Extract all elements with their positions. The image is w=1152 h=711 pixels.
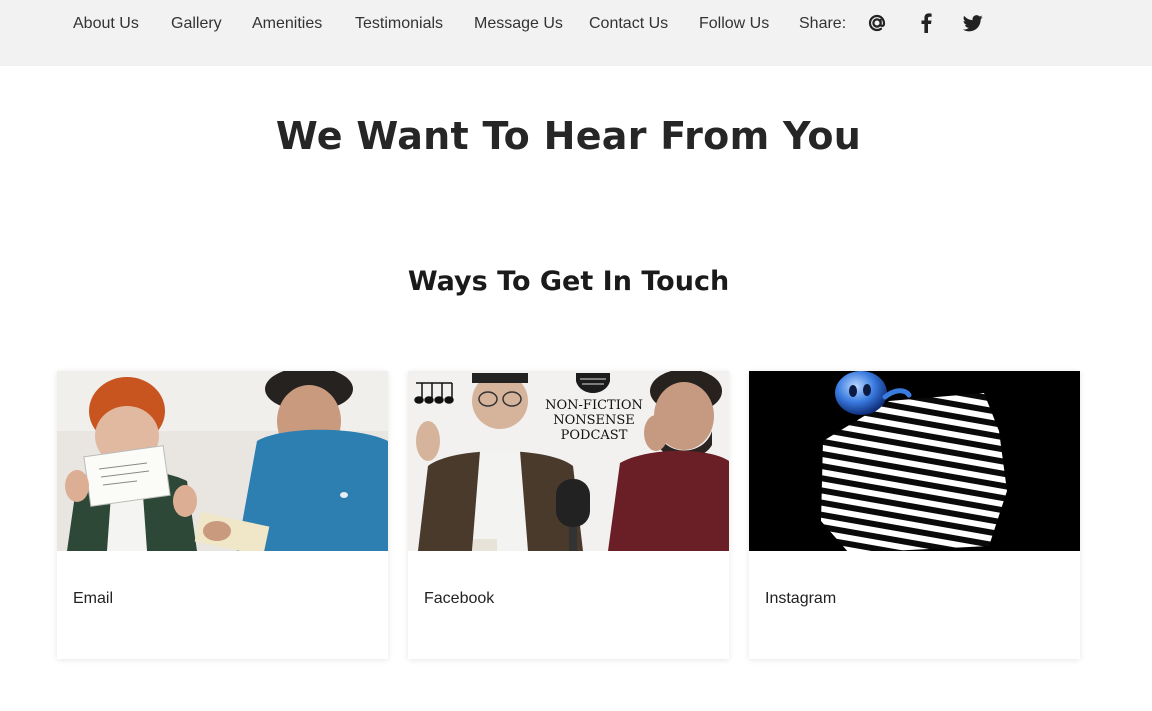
at-sign-icon[interactable] xyxy=(866,12,888,34)
nav-about-us[interactable]: About Us xyxy=(73,14,139,34)
nav-gallery[interactable]: Gallery xyxy=(171,14,222,34)
top-navigation: About Us Gallery Amenities Testimonials … xyxy=(0,0,1152,66)
share-label: Share: xyxy=(799,15,847,32)
podcast-logo-text-line1: NON-FICTION xyxy=(545,398,643,413)
page-title: We Want To Hear From You xyxy=(275,114,862,158)
nav-message-us[interactable]: Message Us xyxy=(474,14,563,34)
card-label-facebook: Facebook xyxy=(424,590,495,607)
twitter-icon[interactable] xyxy=(962,12,984,34)
facebook-icon[interactable] xyxy=(915,12,937,34)
podcast-logo-text-line2: NONSENSE xyxy=(553,413,635,428)
nav-testimonials[interactable]: Testimonials xyxy=(355,14,443,34)
nav-contact-us[interactable]: Contact Us xyxy=(589,14,668,34)
podcast-logo-text-line3: PODCAST xyxy=(561,428,628,443)
two-men-reading-letter-photo xyxy=(57,371,388,551)
striped-shape-with-blue-ghost-illustration xyxy=(749,371,1080,551)
card-instagram[interactable]: Instagram xyxy=(749,371,1080,659)
nav-amenities[interactable]: Amenities xyxy=(252,14,322,34)
podcast-hosts-photo: NON-FICTION NONSENSE PODCAST xyxy=(408,371,729,551)
card-label-email: Email xyxy=(73,590,114,607)
card-email[interactable]: Email xyxy=(57,371,388,659)
card-facebook[interactable]: NON-FICTION NONSENSE PODCAST Facebook xyxy=(408,371,729,659)
section-title: Ways To Get In Touch xyxy=(407,266,730,297)
card-label-instagram: Instagram xyxy=(765,590,837,607)
nav-follow-us[interactable]: Follow Us xyxy=(699,14,769,34)
